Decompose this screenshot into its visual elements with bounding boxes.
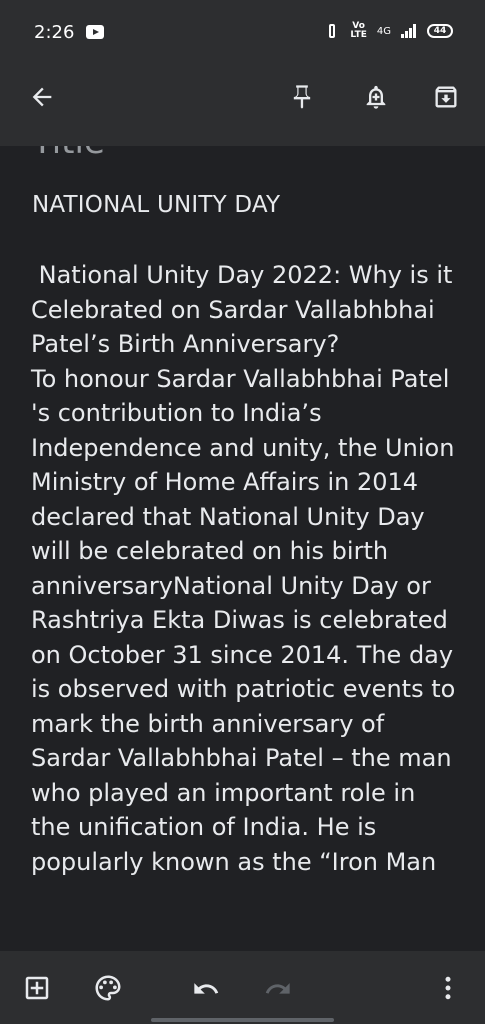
- add-alert-icon[interactable]: [362, 83, 390, 111]
- add-box-icon[interactable]: [22, 973, 52, 1003]
- volte-bottom-label: LTE: [350, 30, 367, 40]
- battery-icon: 44: [427, 24, 453, 38]
- youtube-notification-icon: [86, 25, 104, 39]
- title-placeholder: Title: [32, 146, 105, 162]
- note-body[interactable]: National Unity Day 2022: Why is it Celeb…: [31, 258, 461, 879]
- palette-icon[interactable]: [93, 973, 123, 1003]
- undo-icon[interactable]: [192, 975, 220, 1003]
- archive-icon[interactable]: [432, 83, 460, 111]
- arrow-back-icon[interactable]: [28, 83, 56, 111]
- vibrate-icon: [324, 23, 340, 39]
- note-editor: Title NATIONAL UNITY DAY National Unity …: [0, 146, 485, 951]
- volte-indicator: Vo LTE: [350, 22, 367, 40]
- bottom-toolbar: [0, 951, 485, 1024]
- signal-icon: [401, 24, 417, 38]
- app-bar: [0, 64, 485, 146]
- pin-icon[interactable]: [288, 83, 316, 111]
- status-icons: Vo LTE 4G 44: [324, 22, 453, 40]
- more-vert-icon[interactable]: [438, 973, 458, 1003]
- status-bar: 2:26 Vo LTE 4G 44: [0, 0, 485, 64]
- home-indicator: [151, 1018, 334, 1022]
- redo-icon[interactable]: [264, 975, 292, 1003]
- status-time: 2:26: [34, 22, 75, 43]
- note-title[interactable]: NATIONAL UNITY DAY: [32, 192, 280, 218]
- network-type: 4G: [376, 25, 391, 37]
